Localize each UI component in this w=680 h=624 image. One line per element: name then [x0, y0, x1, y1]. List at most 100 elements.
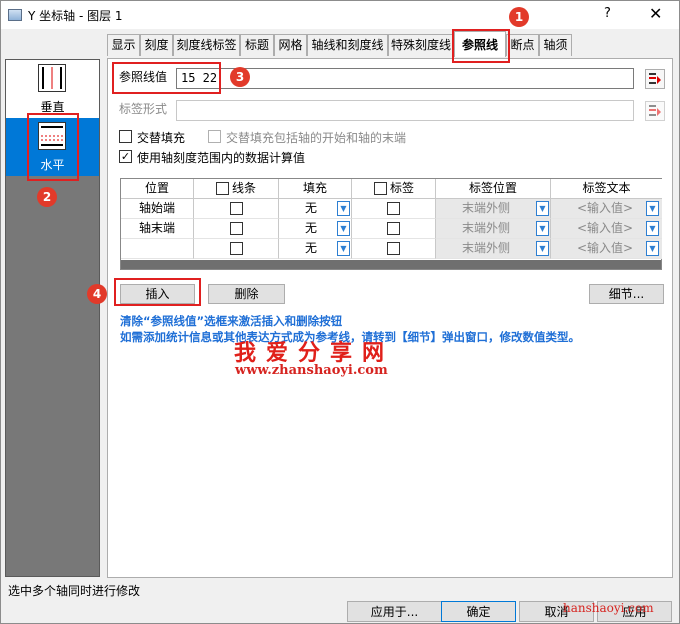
annotation-badge-1: 1	[509, 7, 529, 27]
cell-position	[121, 239, 194, 259]
chevron-down-icon[interactable]: ▼	[337, 241, 350, 256]
cell-label[interactable]	[352, 199, 436, 219]
tab-title[interactable]: 标题	[240, 34, 274, 56]
app-icon	[8, 9, 22, 21]
annotation-box-ref-value	[112, 62, 221, 94]
label-position-value: 末端外侧	[462, 241, 511, 255]
line-checkbox[interactable]	[230, 222, 243, 235]
chevron-down-icon[interactable]: ▼	[646, 221, 659, 236]
line-header-checkbox[interactable]	[216, 182, 229, 195]
corner-watermark: hanshaoyi.com	[563, 601, 654, 615]
alt-fill-ends-checkbox[interactable]	[208, 130, 221, 143]
annotation-box-horizontal	[27, 113, 79, 181]
cell-position: 轴末端	[121, 219, 194, 239]
column-header-position: 位置	[121, 179, 194, 199]
label-checkbox[interactable]	[387, 222, 400, 235]
column-header-label: 标签	[390, 181, 415, 195]
annotation-badge-2: 2	[37, 187, 57, 207]
grid-scroll-area[interactable]	[121, 260, 661, 269]
column-header-fill: 填充	[279, 179, 352, 199]
annotation-badge-4: 4	[87, 284, 107, 304]
hint-line-1: 清除“参照线值”选框来激活插入和删除按钮	[120, 314, 343, 328]
cell-line[interactable]	[194, 239, 279, 259]
label-format-input[interactable]	[176, 100, 634, 121]
reference-lines-grid: 位置 线条 填充 标签 标签位置 标签文本 轴始端 无 ▼ 末端外侧 ▼ <输入值>…	[120, 178, 662, 270]
status-text: 选中多个轴同时进行修改	[8, 584, 141, 598]
title-bar: Y 坐标轴 - 图层 1 ? ✕	[1, 1, 679, 29]
help-icon[interactable]: ?	[604, 6, 611, 21]
label-checkbox[interactable]	[387, 202, 400, 215]
label-text-value: <输入值>	[577, 201, 634, 215]
label-text-value: <输入值>	[577, 221, 634, 235]
chevron-down-icon[interactable]: ▼	[646, 201, 659, 216]
window-title: Y 坐标轴 - 图层 1	[28, 9, 123, 23]
label-position-value: 末端外侧	[462, 221, 511, 235]
sidebar-item-vertical[interactable]: 垂直	[6, 60, 99, 118]
watermark-url: www.zhanshaoyi.com	[235, 363, 388, 378]
cell-position: 轴始端	[121, 199, 194, 219]
label-format-label: 标签形式	[119, 102, 168, 116]
chevron-down-icon[interactable]: ▼	[536, 241, 549, 256]
fill-value: 无	[305, 221, 318, 235]
label-header-checkbox[interactable]	[374, 182, 387, 195]
line-checkbox[interactable]	[230, 242, 243, 255]
alt-fill-label: 交替填充	[137, 131, 186, 145]
line-checkbox[interactable]	[230, 202, 243, 215]
tab-axis-line-ticks[interactable]: 轴线和刻度线	[307, 34, 388, 56]
tab-breaks[interactable]: 断点	[506, 34, 539, 56]
dialog-window: Y 坐标轴 - 图层 1 ? ✕ 显示 刻度 刻度线标签 标题 网格 轴线和刻度…	[0, 0, 680, 624]
use-scale-label: 使用轴刻度范围内的数据计算值	[137, 151, 306, 165]
cell-label-text[interactable]: <输入值> ▼	[551, 199, 662, 219]
annotation-box-insert	[114, 278, 201, 306]
cell-label-position[interactable]: 末端外侧 ▼	[436, 239, 551, 259]
chevron-down-icon[interactable]: ▼	[536, 201, 549, 216]
cell-label[interactable]	[352, 239, 436, 259]
alt-fill-checkbox[interactable]	[119, 130, 132, 143]
chevron-down-icon[interactable]: ▼	[646, 241, 659, 256]
tab-tick-labels[interactable]: 刻度线标签	[173, 34, 240, 56]
alt-fill-ends-label: 交替填充包括轴的开始和轴的末端	[226, 131, 407, 145]
tab-scale[interactable]: 刻度	[140, 34, 173, 56]
fill-value: 无	[305, 201, 318, 215]
label-format-menu-button[interactable]	[645, 101, 665, 121]
chevron-down-icon[interactable]: ▼	[337, 201, 350, 216]
cell-label-text[interactable]: <输入值> ▼	[551, 239, 662, 259]
details-button[interactable]: 细节...	[589, 284, 664, 304]
label-checkbox[interactable]	[387, 242, 400, 255]
close-icon[interactable]: ✕	[649, 4, 662, 23]
cell-label-text[interactable]: <输入值> ▼	[551, 219, 662, 239]
column-header-line[interactable]: 线条	[194, 179, 279, 199]
label-position-value: 末端外侧	[462, 201, 511, 215]
column-header-label-text: 标签文本	[551, 179, 662, 199]
chevron-down-icon[interactable]: ▼	[536, 221, 549, 236]
cell-fill[interactable]: 无 ▼	[279, 199, 352, 219]
tab-rug[interactable]: 轴须	[539, 34, 572, 56]
use-scale-checkbox[interactable]: ✓	[119, 150, 132, 163]
cell-label[interactable]	[352, 219, 436, 239]
cell-line[interactable]	[194, 219, 279, 239]
ok-button[interactable]: 确定	[441, 601, 516, 622]
ref-value-menu-button[interactable]	[645, 69, 665, 89]
reference-lines-panel: 参照线值 15 22 标签形式 交替填充 交替填充包括轴的开始和轴的末端 ✓ 使…	[107, 58, 673, 578]
arrow-menu-icon	[649, 73, 661, 84]
cell-label-position[interactable]: 末端外侧 ▼	[436, 199, 551, 219]
arrow-menu-icon	[649, 105, 661, 116]
chevron-down-icon[interactable]: ▼	[337, 221, 350, 236]
column-header-label-toggle[interactable]: 标签	[352, 179, 436, 199]
tab-grid[interactable]: 网格	[274, 34, 307, 56]
cell-fill[interactable]: 无 ▼	[279, 219, 352, 239]
cell-fill[interactable]: 无 ▼	[279, 239, 352, 259]
vertical-axis-icon	[38, 64, 66, 92]
cell-label-position[interactable]: 末端外侧 ▼	[436, 219, 551, 239]
fill-value: 无	[305, 241, 318, 255]
apply-to-button[interactable]: 应用于...	[347, 601, 442, 622]
tab-reference-lines[interactable]: 参照线	[454, 31, 506, 57]
column-header-label: 线条	[232, 181, 257, 195]
tab-display[interactable]: 显示	[107, 34, 140, 56]
cell-line[interactable]	[194, 199, 279, 219]
label-text-value: <输入值>	[577, 241, 634, 255]
delete-button[interactable]: 删除	[208, 284, 285, 304]
column-header-label-position: 标签位置	[436, 179, 551, 199]
annotation-badge-3: 3	[230, 67, 250, 87]
tab-special-ticks[interactable]: 特殊刻度线	[388, 34, 454, 56]
